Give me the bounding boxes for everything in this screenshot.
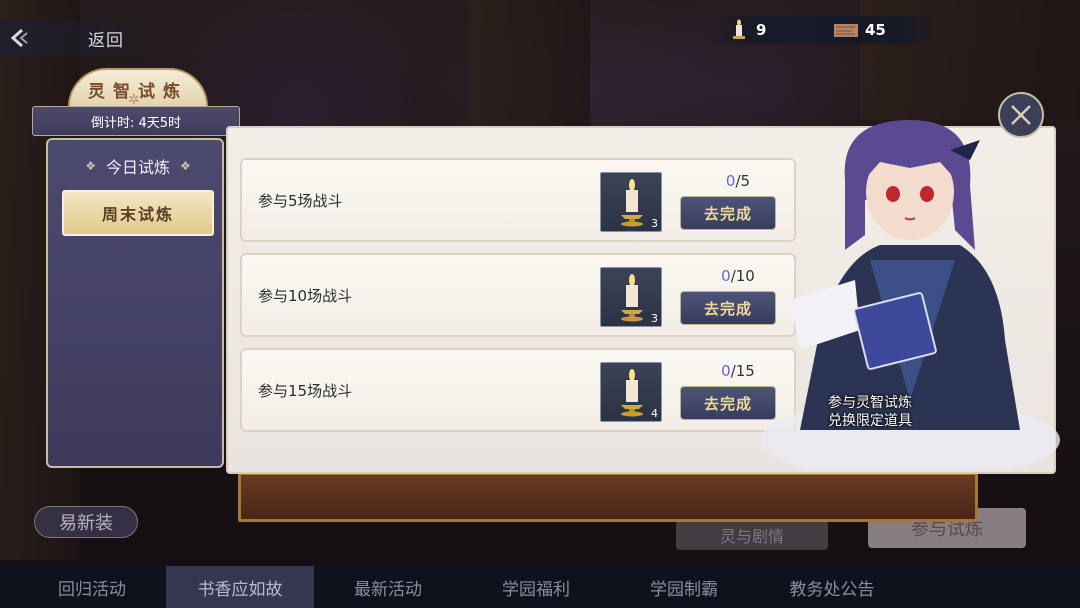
nav-return-event[interactable]: 回归活动 <box>18 566 166 608</box>
nav-label: 回归活动 <box>58 579 126 600</box>
progress-total: /5 <box>735 172 751 190</box>
nav-office-notice[interactable]: 教务处公告 <box>758 566 906 608</box>
candle-count: 9 <box>756 21 767 39</box>
tab-today-label: 今日试炼 <box>105 158 170 177</box>
nav-label: 教务处公告 <box>789 579 875 600</box>
candle-icon <box>621 274 643 322</box>
nav-academy-welfare[interactable]: 学园福利 <box>462 566 610 608</box>
task-label: 参与15场战斗 <box>258 382 353 400</box>
reward-item[interactable]: 4 <box>600 362 662 422</box>
countdown-text: 倒计时: 4天5时 <box>90 115 182 131</box>
reward-count: 4 <box>651 407 658 420</box>
task-row: 参与15场战斗 4 0/15 去完成 <box>240 348 796 432</box>
progress-current: 0 <box>721 362 731 380</box>
close-icon <box>1011 105 1031 125</box>
close-button[interactable] <box>998 92 1044 138</box>
go-complete-label: 去完成 <box>703 299 752 318</box>
back-arrow-icon <box>10 28 28 48</box>
tab-weekend-trial[interactable]: 周末试炼 <box>62 190 214 236</box>
nav-label: 学园福利 <box>502 579 570 600</box>
task-row: 参与5场战斗 3 0/5 去完成 <box>240 158 796 242</box>
tab-weekend-label: 周末试炼 <box>101 205 174 224</box>
candle-icon <box>621 179 643 227</box>
candle-icon <box>621 369 643 417</box>
paper-currency: 45 <box>815 16 940 44</box>
countdown-timer: 倒计时: 4天5时 <box>32 106 240 136</box>
nav-label: 学园制霸 <box>650 579 718 600</box>
outfit-button-label: 易新装 <box>59 513 113 534</box>
progress-total: /15 <box>730 362 755 380</box>
ornament-left-icon: ❖ <box>85 159 96 173</box>
reward-count: 3 <box>651 312 658 325</box>
tab-today-trial[interactable]: ❖ 今日试炼 ❖ <box>62 150 214 182</box>
reward-item[interactable]: 3 <box>600 172 662 232</box>
caption-line-2: 兑换限定道具 <box>828 413 912 429</box>
scroll-paper-icon <box>834 24 858 37</box>
task-row: 参与10场战斗 3 0/10 去完成 <box>240 253 796 337</box>
task-label: 参与10场战斗 <box>258 287 353 305</box>
ornament-right-icon: ❖ <box>180 159 191 173</box>
back-label: 返回 <box>88 30 124 51</box>
bottom-nav: 回归活动 书香应如故 最新活动 学园福利 学园制霸 教务处公告 <box>0 566 1080 608</box>
painting-frame <box>238 472 978 522</box>
plot-button-label: 灵与剧情 <box>719 527 784 546</box>
candle-icon <box>733 19 745 39</box>
character-caption: 参与灵智试炼 兑换限定道具 <box>800 394 940 430</box>
outfit-button[interactable]: 易新装 <box>34 506 138 538</box>
trial-sidebar <box>46 138 224 468</box>
paper-count: 45 <box>865 21 886 39</box>
nav-label: 最新活动 <box>354 579 422 600</box>
plot-button[interactable]: 灵与剧情 <box>676 520 828 550</box>
nav-academy-dominance[interactable]: 学园制霸 <box>610 566 758 608</box>
nav-latest-events[interactable]: 最新活动 <box>314 566 462 608</box>
go-complete-label: 去完成 <box>703 394 752 413</box>
progress-current: 0 <box>721 267 731 285</box>
reward-item[interactable]: 3 <box>600 267 662 327</box>
progress-total: /10 <box>730 267 755 285</box>
go-complete-label: 去完成 <box>703 204 752 223</box>
nav-book-fragrance[interactable]: 书香应如故 <box>166 566 314 608</box>
reward-count: 3 <box>651 217 658 230</box>
task-label: 参与5场战斗 <box>258 192 343 210</box>
caption-line-1: 参与灵智试炼 <box>828 395 912 411</box>
back-button[interactable]: 返回 <box>0 20 150 56</box>
nav-label: 书香应如故 <box>197 579 283 600</box>
